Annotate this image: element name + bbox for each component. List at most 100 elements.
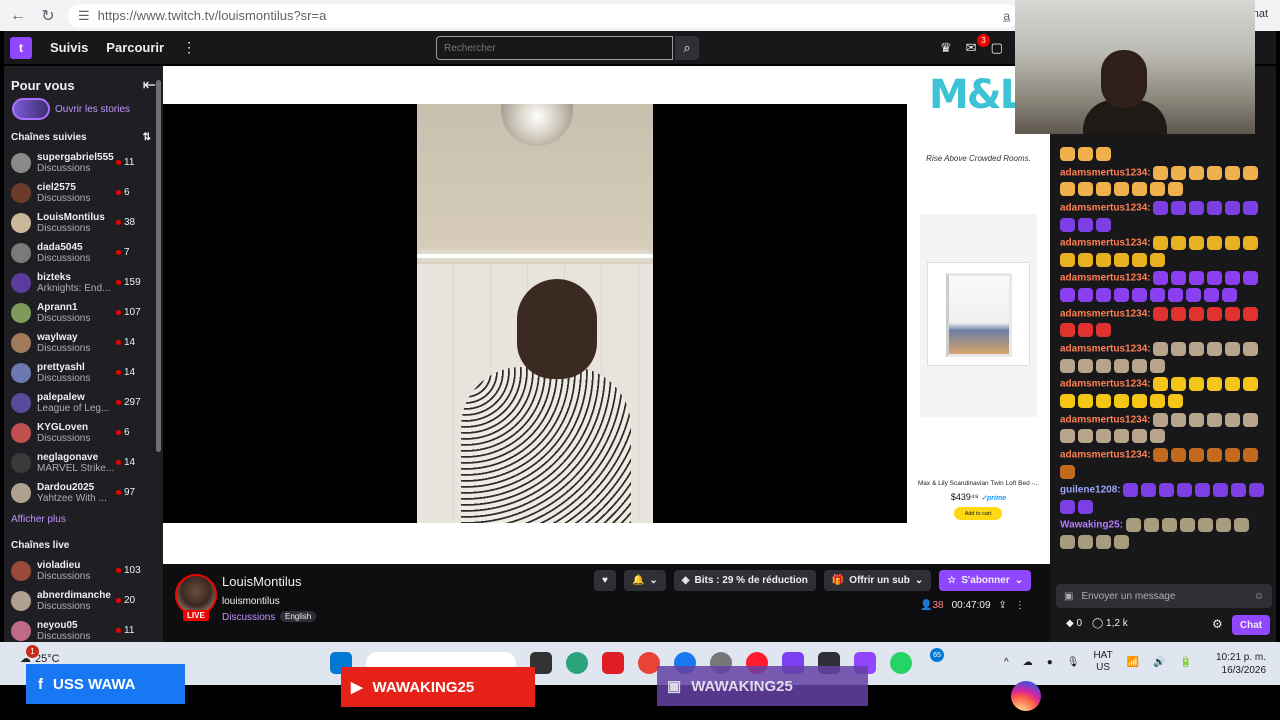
reload-icon[interactable]: ↻ [36,4,60,28]
notifications-icon[interactable]: ✉ [966,40,977,56]
cloud-icon[interactable]: ☁ [1023,657,1033,668]
twitch-logo-icon[interactable]: t [10,36,32,59]
chat-username[interactable]: adamsmertus1234: [1060,273,1151,284]
search-bar: ⌕ [436,36,699,60]
chat-badge-icon[interactable]: ▣ [1064,591,1073,602]
chat-username[interactable]: adamsmertus1234: [1060,203,1151,214]
chat-username[interactable]: adamsmertus1234: [1060,167,1151,178]
volume-icon[interactable]: 🔊 [1153,657,1165,668]
sidebar-channel-louismontilus[interactable]: LouisMontilus Discussions 38 [4,208,163,238]
channel-name: LouisMontilus [37,212,105,223]
sidebar-channel-palepalew[interactable]: palepalew League of Leg... 297 [4,388,163,418]
input-language[interactable]: HAT US [1093,650,1112,674]
viewer-count: 6 [116,427,130,438]
chat-username[interactable]: adamsmertus1234: [1060,450,1151,461]
stream-category[interactable]: Discussions [222,612,275,623]
battery-icon[interactable]: 🔋 [1180,657,1192,668]
chat-username[interactable]: Wawaking25: [1060,520,1123,531]
emote-picker-icon[interactable]: ☺ [1254,591,1264,602]
sidebar-channel-violadieu[interactable]: violadieu Discussions 103 [4,556,163,586]
sidebar-scrollbar[interactable] [156,80,161,452]
sidebar-channel-kygloven[interactable]: KYGLoven Discussions 6 [4,418,163,448]
sidebar-channel-prettyashl[interactable]: prettyashl Discussions 14 [4,358,163,388]
led-strip [417,254,653,258]
wifi-icon[interactable]: 📶 [1127,657,1139,668]
clock-date: 16/3/2026 [1221,665,1267,676]
channel-points[interactable]: ◆ 0 [1066,618,1082,629]
chat-username[interactable]: adamsmertus1234: [1060,308,1151,319]
more-options-icon[interactable]: ⋮ [1015,600,1025,611]
nav-browse[interactable]: Parcourir [106,40,164,55]
sidebar-channel-neglagonave[interactable]: neglagonave MARVEL Strike... 14 [4,448,163,478]
sidebar-channel-waylway[interactable]: waylway Discussions 14 [4,328,163,358]
ad-add-to-cart-button[interactable]: Add to cart [954,507,1002,520]
show-more-link[interactable]: Afficher plus [4,514,163,532]
search-icon[interactable]: ⌕ [675,36,699,60]
chat-input[interactable]: ▣ Envoyer un message ☺ [1056,584,1272,608]
channel-category: Discussions [37,373,91,384]
chat-username[interactable]: adamsmertus1234: [1060,379,1151,390]
instagram-icon [1011,681,1041,711]
chat-emote-icon [1096,217,1111,232]
chat-username[interactable]: adamsmertus1234: [1060,344,1151,355]
chat-message: Wawaking25: [1060,517,1268,550]
microphone-icon[interactable]: 🎙 [1067,657,1080,668]
notification-bell-button[interactable]: 🔔 ⌄ [623,570,666,591]
ad-product-card[interactable] [920,214,1037,417]
address-bar[interactable]: ☰ https://www.twitch.tv/louismontilus?sr… [68,3,1018,28]
chat-emote-icon [1189,236,1205,251]
sidebar-channel-supergabriel555[interactable]: supergabriel555 Discussions 11 [4,148,163,178]
wps-icon[interactable] [602,652,624,674]
sidebar-channel-dada5045[interactable]: dada5045 Discussions 7 [4,238,163,268]
chat-username[interactable]: guilene1208: [1060,485,1121,496]
video-player[interactable] [163,104,907,523]
search-input[interactable] [436,36,673,60]
bits-balance[interactable]: ◯ 1,2 k [1092,618,1128,629]
system-tray: ^ ☁ ● 🎙 HAT US 📶 🔊 🔋 [1004,650,1192,674]
whatsapp-icon[interactable] [890,652,912,674]
translate-icon[interactable]: a̲ [1003,9,1010,23]
stream-title: louismontilus [222,596,280,607]
tray-chevron-up-icon[interactable]: ^ [1004,657,1009,668]
person-icon: 👤 [920,600,933,611]
nav-following[interactable]: Suivis [50,40,88,55]
chat-username[interactable]: adamsmertus1234: [1060,238,1151,249]
channel-avatar [11,453,31,473]
chat-send-button[interactable]: Chat [1232,615,1270,635]
more-icon[interactable]: ⋮ [182,39,196,56]
chat-settings-gear-icon[interactable]: ⚙ [1212,617,1223,631]
sidebar-channel-dardou2025[interactable]: Dardou2025 Yahtzee With ... 97 [4,478,163,508]
subscribe-button[interactable]: ☆ S'abonner ⌄ [939,570,1032,591]
chat-emote-icon [1225,447,1241,462]
channel-avatar [11,393,31,413]
sort-icon[interactable]: ⇅ [143,132,151,143]
collapse-sidebar-icon[interactable]: ⇤ [143,75,156,95]
gift-sub-button[interactable]: 🎁 Offrir un sub ⌄ [823,570,932,591]
chat-emote-icon [1243,165,1259,180]
back-icon[interactable]: ← [6,4,30,28]
whispers-icon[interactable]: ▢ [991,40,1003,56]
chat-username[interactable]: adamsmertus1234: [1060,414,1151,425]
share-icon[interactable]: ⇪ [999,600,1007,611]
chat-emote-icon [1060,499,1075,514]
ad-banner[interactable]: M&L Rise Above Crowded Rooms. Max & Lily… [907,66,1050,564]
site-info-icon[interactable]: ☰ [78,8,90,24]
sidebar-channel-aprann1[interactable]: Aprann1 Discussions 107 [4,298,163,328]
language-tag[interactable]: English [280,611,317,622]
bits-button[interactable]: ◈ Bits : 29 % de réduction [673,570,816,591]
sidebar-channel-neyou05[interactable]: neyou05 Discussions 11 [4,616,163,642]
system-clock[interactable]: 10:21 p. m. 16/3/2026 [1216,651,1266,677]
sidebar-channel-bizteks[interactable]: bizteks Arknights: End... 159 [4,268,163,298]
channel-avatar [11,183,31,203]
follow-button[interactable]: ♥ [594,570,616,591]
edge-icon[interactable] [566,652,588,674]
sidebar-channel-abnerdimanche[interactable]: abnerdimanche Discussions 20 [4,586,163,616]
stories-button[interactable]: Ouvrir les stories [12,98,163,120]
tray-app-icon[interactable]: ● [1047,657,1053,668]
ad-product-name: Max & Lily Scandinavian Twin Loft Bed -.… [917,480,1040,487]
facebook-logo-icon: f [38,675,43,693]
channel-name: abnerdimanche [37,590,111,601]
sidebar-channel-ciel2575[interactable]: ciel2575 Discussions 6 [4,178,163,208]
prime-crown-icon[interactable]: ♛ [940,40,952,56]
streamer-name[interactable]: LouisMontilus [222,574,302,589]
